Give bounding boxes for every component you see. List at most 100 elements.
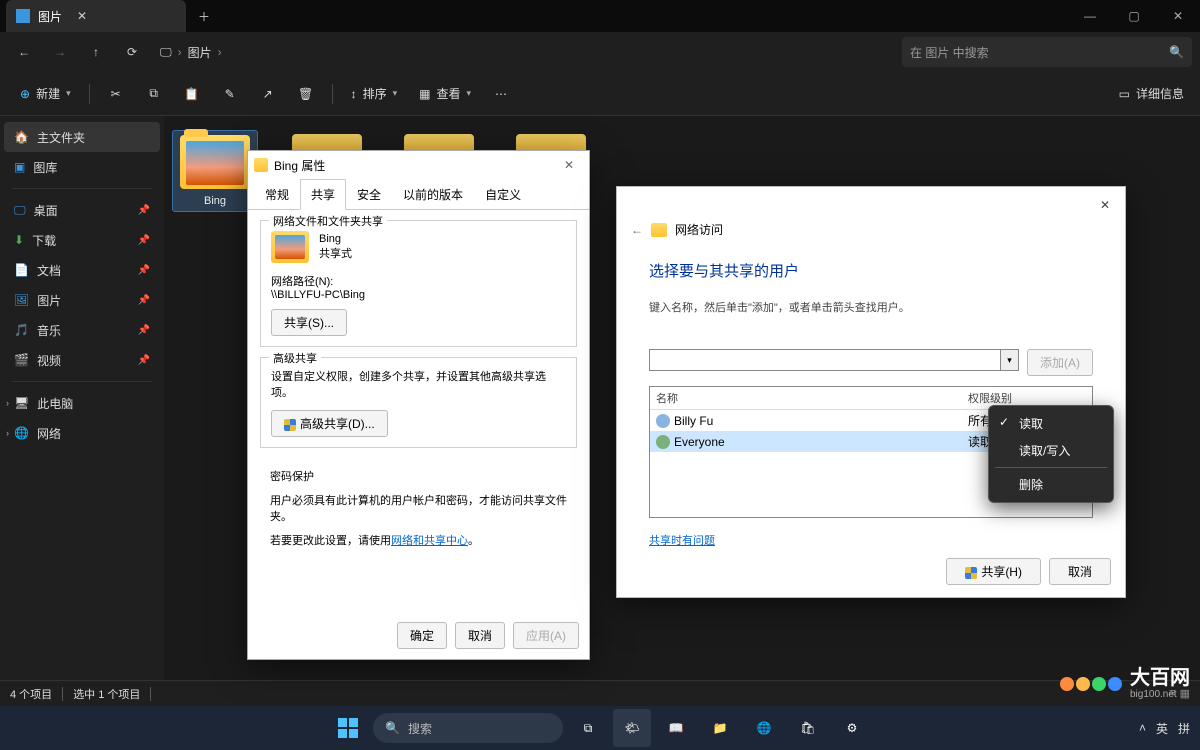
titlebar: 图片 ✕ ＋ ― ▢ ✕ [0, 0, 1200, 32]
add-button[interactable]: 添加(A) [1027, 349, 1093, 376]
menu-remove[interactable]: 删除 [989, 471, 1113, 498]
cancel-button[interactable]: 取消 [455, 622, 505, 649]
network-center-link[interactable]: 网络和共享中心 [391, 535, 468, 547]
up-button[interactable]: ↑ [80, 36, 112, 68]
search-icon: 🔍 [1169, 45, 1184, 59]
shield-icon [965, 567, 977, 579]
shield-icon [284, 419, 296, 431]
video-icon: 🎬 [14, 353, 29, 367]
refresh-button[interactable]: ⟳ [116, 36, 148, 68]
back-button[interactable]: ← [8, 36, 40, 68]
taskbar-edge[interactable]: 🌐 [745, 709, 783, 747]
back-button[interactable]: ← [631, 223, 643, 237]
close-button[interactable]: ✕ [555, 155, 583, 175]
advanced-share-button[interactable]: 高级共享(D)... [271, 410, 388, 437]
close-button[interactable]: ✕ [1091, 193, 1119, 217]
share-button[interactable]: ↗ [250, 78, 286, 110]
cancel-button[interactable]: 取消 [1049, 558, 1111, 585]
folder-icon [271, 231, 309, 263]
tab-share[interactable]: 共享 [300, 179, 346, 210]
tab-previous[interactable]: 以前的版本 [392, 179, 474, 210]
separator [995, 467, 1107, 468]
task-view-button[interactable]: ⧉ [569, 709, 607, 747]
new-button[interactable]: ⊕ 新建 ▾ [10, 78, 81, 110]
taskbar-app[interactable]: 📖 [657, 709, 695, 747]
start-button[interactable] [329, 709, 367, 747]
column-name[interactable]: 名称 [650, 387, 962, 409]
paste-button[interactable]: 📋 [174, 78, 210, 110]
breadcrumb-item[interactable]: 图片 [188, 44, 212, 61]
sidebar-documents[interactable]: 📄文档📌 [4, 255, 160, 285]
rename-button[interactable]: ✎ [212, 78, 248, 110]
rename-icon: ✎ [225, 87, 235, 101]
separator [89, 84, 90, 104]
adv-description: 设置自定义权限，创建多个共享，并设置其他高级共享选项。 [271, 368, 566, 400]
minimize-button[interactable]: ― [1068, 0, 1112, 32]
tab-security[interactable]: 安全 [346, 179, 392, 210]
tab-general[interactable]: 常规 [254, 179, 300, 210]
search-input[interactable]: 在 图片 中搜索 🔍 [902, 37, 1192, 67]
dialog-titlebar[interactable]: Bing 属性 ✕ [248, 151, 589, 179]
permission-context-menu: 读取 读取/写入 删除 [988, 405, 1114, 503]
taskbar-store[interactable]: 🛍 [789, 709, 827, 747]
home-icon: 🏠 [14, 130, 29, 144]
share-button[interactable]: 共享(S)... [271, 309, 347, 336]
apply-button[interactable]: 应用(A) [513, 622, 579, 649]
ime-mode[interactable]: 拼 [1178, 720, 1190, 737]
menu-read[interactable]: 读取 [989, 410, 1113, 437]
trouble-link[interactable]: 共享时有问题 [649, 532, 715, 548]
folder-bing[interactable]: Bing [172, 130, 258, 212]
pc-icon: 🖥 [14, 396, 29, 410]
chevron-right-icon[interactable]: › [6, 398, 9, 408]
sidebar-home[interactable]: 🏠主文件夹 [4, 122, 160, 152]
sidebar-gallery[interactable]: ▣图库 [4, 152, 160, 182]
forward-button[interactable]: → [44, 36, 76, 68]
tray-chevron-icon[interactable]: ˄ [1139, 721, 1146, 735]
copy-button[interactable]: ⧉ [136, 78, 172, 110]
sidebar-videos[interactable]: 🎬视频📌 [4, 345, 160, 375]
view-button[interactable]: ▦ 查看 ▾ [409, 78, 481, 110]
sidebar-thispc[interactable]: ›🖥此电脑 [4, 388, 160, 418]
trash-icon: 🗑 [298, 87, 313, 101]
pin-icon: 📌 [138, 235, 150, 246]
more-button[interactable]: ⋯ [483, 78, 519, 110]
window-tab[interactable]: 图片 ✕ [6, 0, 186, 32]
taskbar-explorer[interactable]: 📁 [701, 709, 739, 747]
taskbar-settings[interactable]: ⚙ [833, 709, 871, 747]
ime-indicator[interactable]: 英 [1156, 720, 1168, 737]
separator [12, 381, 152, 382]
dialog-title: Bing 属性 [274, 157, 325, 174]
group-title: 网络文件和文件夹共享 [269, 213, 387, 229]
sidebar-network[interactable]: ›🌐网络 [4, 418, 160, 448]
taskbar-app[interactable]: 🌤 [613, 709, 651, 747]
sidebar-pictures[interactable]: 🖼图片📌 [4, 285, 160, 315]
share-state: 共享式 [319, 247, 352, 262]
menu-readwrite[interactable]: 读取/写入 [989, 437, 1113, 464]
tab-close-button[interactable]: ✕ [70, 4, 94, 28]
tab-customize[interactable]: 自定义 [474, 179, 532, 210]
chevron-down-icon[interactable]: ▾ [1000, 350, 1018, 370]
maximize-button[interactable]: ▢ [1112, 0, 1156, 32]
sort-button[interactable]: ↕ 排序 ▾ [341, 78, 408, 110]
sidebar-music[interactable]: 🎵音乐📌 [4, 315, 160, 345]
download-icon: ⬇ [14, 233, 24, 247]
breadcrumb[interactable]: 🖵 › 图片 › [152, 44, 230, 61]
user-input[interactable] [650, 353, 1000, 367]
user-combobox[interactable]: ▾ [649, 349, 1019, 371]
sidebar-desktop[interactable]: 🖵桌面📌 [4, 195, 160, 225]
network-path: \\BILLYFU-PC\Bing [271, 289, 566, 301]
chevron-right-icon[interactable]: › [6, 428, 9, 438]
cut-button[interactable]: ✂ [98, 78, 134, 110]
close-window-button[interactable]: ✕ [1156, 0, 1200, 32]
status-bar: 4 个项目 选中 1 个项目 ≡ ▦ [0, 680, 1200, 706]
new-tab-button[interactable]: ＋ [192, 4, 216, 28]
taskbar-search[interactable]: 🔍搜索 [373, 713, 563, 743]
sidebar-downloads[interactable]: ⬇下载📌 [4, 225, 160, 255]
share-button[interactable]: 共享(H) [946, 558, 1041, 585]
ok-button[interactable]: 确定 [397, 622, 447, 649]
separator [12, 188, 152, 189]
delete-button[interactable]: 🗑 [288, 78, 324, 110]
cut-icon: ✂ [111, 87, 121, 101]
details-pane-button[interactable]: ▭ 详细信息 [1113, 85, 1190, 102]
music-icon: 🎵 [14, 323, 29, 337]
